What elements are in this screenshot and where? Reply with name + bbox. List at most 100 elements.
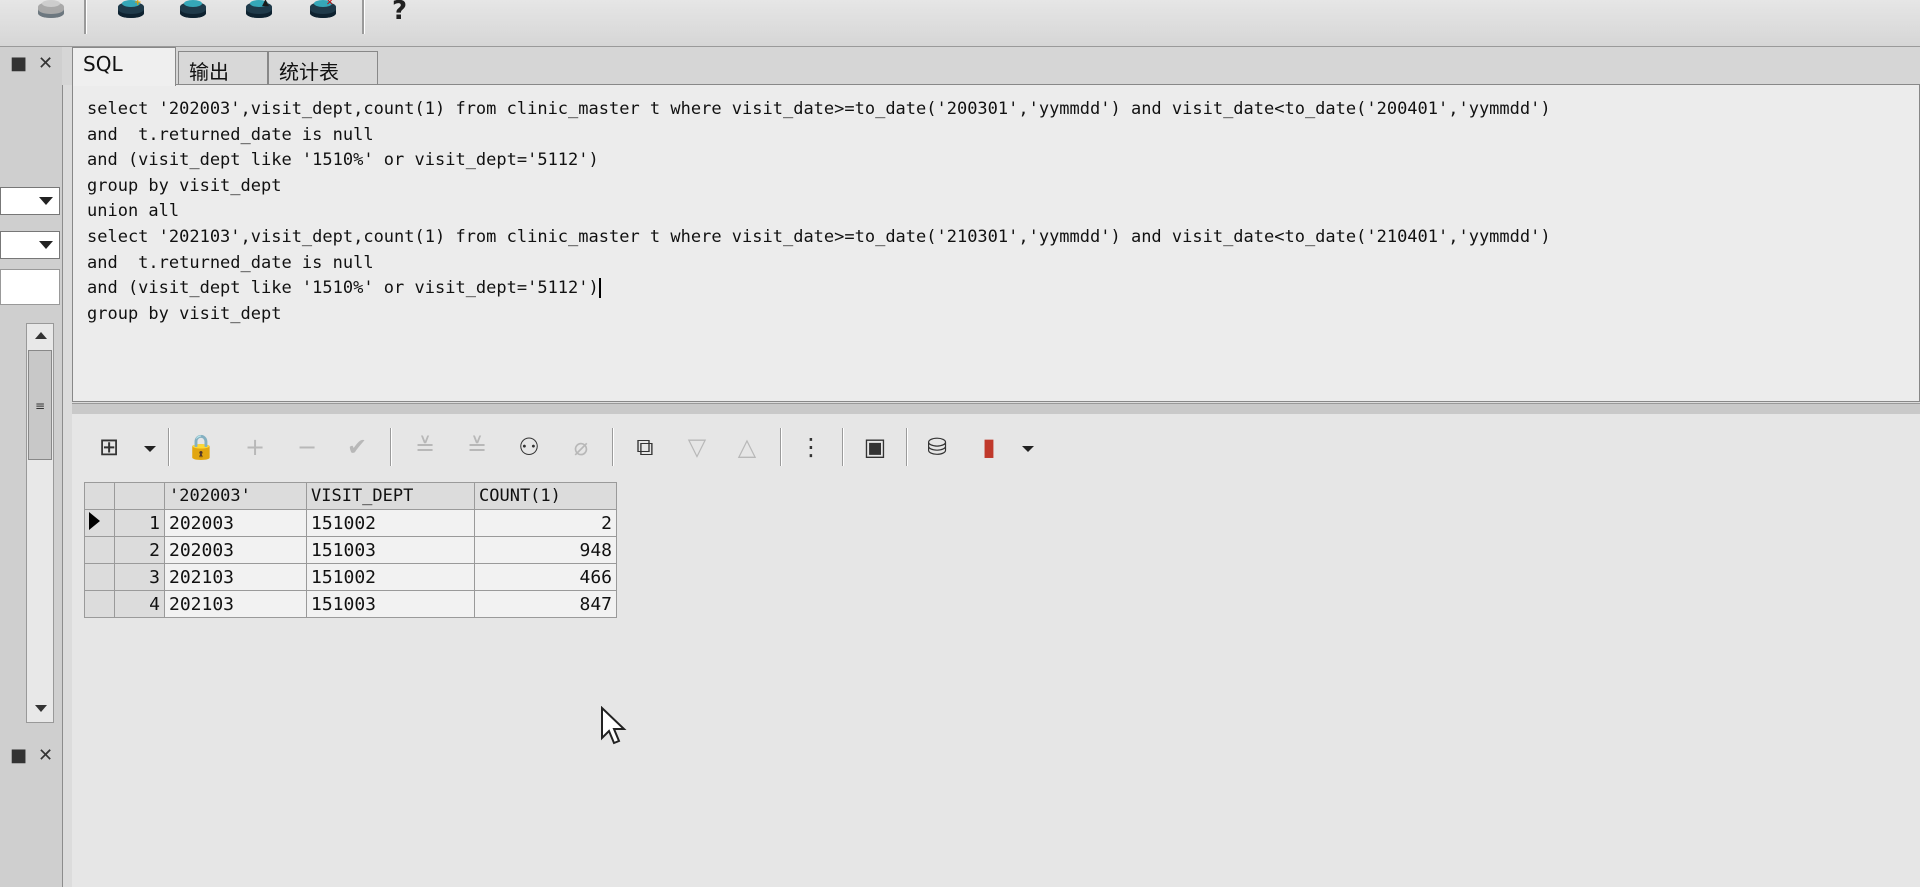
toolbar-separator (84, 0, 87, 34)
db-connect-icon[interactable] (34, 0, 68, 26)
column-header[interactable]: VISIT_DEPT (306, 482, 475, 510)
chevron-down-icon[interactable] (144, 446, 156, 452)
toolbar-separator (362, 0, 365, 34)
toolbar-separator (906, 428, 908, 466)
row-pointer-icon (89, 511, 100, 530)
row-number: 3 (114, 563, 165, 591)
db-icon[interactable] (176, 0, 210, 26)
grid-cell[interactable]: 466 (474, 563, 617, 591)
grid-toolbar: ⊞ 🔒 + − ✔ ≚ ≚ ⚇ ⌀ ⧉ ▽ △ ⋮ ▣ ⛁ ▮ (72, 414, 1920, 478)
row-indicator (84, 536, 115, 564)
table-row[interactable]: 1 202003 151002 2 (84, 509, 617, 537)
grid-cell[interactable]: 2 (474, 509, 617, 537)
fetch-next-icon[interactable]: ≚ (408, 432, 442, 462)
remove-row-icon[interactable]: − (290, 432, 324, 462)
column-header[interactable]: '202003' (164, 482, 307, 510)
sql-line: group by visit_dept (87, 303, 282, 324)
row-number: 4 (114, 590, 165, 618)
text-caret (598, 278, 601, 299)
post-icon[interactable]: ✔ (340, 432, 374, 462)
row-number: 2 (114, 536, 165, 564)
table-row[interactable]: 4 202103 151003 847 (84, 590, 617, 618)
grid-cell[interactable]: 151002 (306, 563, 475, 591)
export-icon[interactable]: ⛁ (920, 432, 954, 462)
object-filter-field[interactable] (0, 269, 60, 305)
tab-strip: SQL 输出 统计表 (62, 47, 1920, 86)
row-number: 1 (114, 509, 165, 537)
grid-cell[interactable]: 151003 (306, 536, 475, 564)
table-row[interactable]: 3 202103 151002 466 (84, 563, 617, 591)
sql-code[interactable]: select '202003',visit_dept,count(1) from… (87, 97, 1551, 327)
row-number-header (114, 482, 165, 510)
tab-sql[interactable]: SQL (72, 47, 176, 86)
tree-icon[interactable]: ⋮ (794, 432, 828, 462)
grid-cell[interactable]: 151003 (306, 590, 475, 618)
row-indicator (84, 563, 115, 591)
object-list-scrollbar[interactable]: ≡ (26, 323, 54, 723)
row-indicator-header (84, 482, 115, 510)
find-icon[interactable]: ⚇ (512, 432, 546, 462)
grid-cell[interactable]: 202103 (164, 590, 307, 618)
toolbar-separator (168, 428, 170, 466)
sql-line: and (visit_dept like '1510%' or visit_de… (87, 150, 599, 171)
tab-statistics[interactable]: 统计表 (268, 51, 378, 85)
main-toolbar: + ▲ ✕ ? (0, 0, 1920, 47)
mouse-pointer-icon (601, 706, 627, 745)
chart-icon[interactable]: ▮ (972, 432, 1006, 462)
toolbar-separator (842, 428, 844, 466)
chevron-down-icon (39, 241, 53, 249)
save-icon[interactable]: ▣ (858, 432, 892, 462)
pin-icon[interactable]: ■ (10, 53, 27, 74)
panel-header: ■ ✕ (0, 743, 60, 769)
result-grid[interactable]: '202003' VISIT_DEPT COUNT(1) 1 202003 15… (84, 482, 617, 618)
object-type-select[interactable] (0, 187, 60, 215)
sql-line: and (visit_dept like '1510%' or visit_de… (87, 278, 599, 299)
tab-output[interactable]: 输出 (178, 51, 268, 85)
chevron-down-icon[interactable] (1022, 446, 1034, 452)
fetch-last-icon[interactable]: ≚ (460, 432, 494, 462)
sql-line: and t.returned_date is null (87, 252, 374, 273)
toolbar-separator (612, 428, 614, 466)
table-row[interactable]: 2 202003 151003 948 (84, 536, 617, 564)
query-by-example-icon[interactable]: ⧉ (628, 432, 662, 462)
grid-header-row: '202003' VISIT_DEPT COUNT(1) (84, 482, 617, 510)
close-icon[interactable]: ✕ (38, 53, 53, 74)
result-panel: ⊞ 🔒 + − ✔ ≚ ≚ ⚇ ⌀ ⧉ ▽ △ ⋮ ▣ ⛁ ▮ '202003'… (72, 414, 1920, 887)
db-commit-icon[interactable]: + (114, 0, 148, 26)
close-icon[interactable]: ✕ (38, 745, 53, 766)
add-row-icon[interactable]: + (238, 432, 272, 462)
scroll-up-icon[interactable] (35, 332, 47, 339)
db-export-icon[interactable]: ▲ (242, 0, 276, 26)
lock-icon[interactable]: 🔒 (184, 432, 218, 462)
grid-cell[interactable]: 151002 (306, 509, 475, 537)
left-panel: ■ ✕ ≡ ■ ✕ (0, 47, 63, 887)
chevron-down-icon (39, 197, 53, 205)
pin-icon[interactable]: ■ (10, 745, 27, 766)
scroll-down-icon[interactable] (35, 705, 47, 712)
grid-cell[interactable]: 948 (474, 536, 617, 564)
grid-cell[interactable]: 202103 (164, 563, 307, 591)
clear-icon[interactable]: ⌀ (564, 432, 598, 462)
sql-line: group by visit_dept (87, 175, 282, 196)
grid-cell[interactable]: 202003 (164, 509, 307, 537)
sql-line: union all (87, 201, 180, 222)
grid-cell[interactable]: 847 (474, 590, 617, 618)
db-delete-icon[interactable]: ✕ (306, 0, 340, 26)
toolbar-separator (780, 428, 782, 466)
grid-options-icon[interactable]: ⊞ (92, 432, 126, 462)
sort-desc-icon[interactable]: ▽ (680, 432, 714, 462)
sql-editor[interactable]: select '202003',visit_dept,count(1) from… (72, 84, 1920, 402)
sort-asc-icon[interactable]: △ (730, 432, 764, 462)
grip-icon: ≡ (35, 399, 46, 413)
column-header[interactable]: COUNT(1) (474, 482, 617, 510)
scroll-thumb[interactable]: ≡ (28, 350, 52, 460)
object-owner-select[interactable] (0, 231, 60, 259)
row-indicator (84, 590, 115, 618)
panel-header: ■ ✕ (0, 51, 60, 77)
sql-line: and t.returned_date is null (87, 124, 374, 145)
grid-cell[interactable]: 202003 (164, 536, 307, 564)
sql-line: select '202003',visit_dept,count(1) from… (87, 99, 1551, 119)
current-row-indicator (84, 509, 115, 537)
help-icon[interactable]: ? (392, 0, 416, 26)
sql-line: select '202103',visit_dept,count(1) from… (87, 226, 1551, 247)
